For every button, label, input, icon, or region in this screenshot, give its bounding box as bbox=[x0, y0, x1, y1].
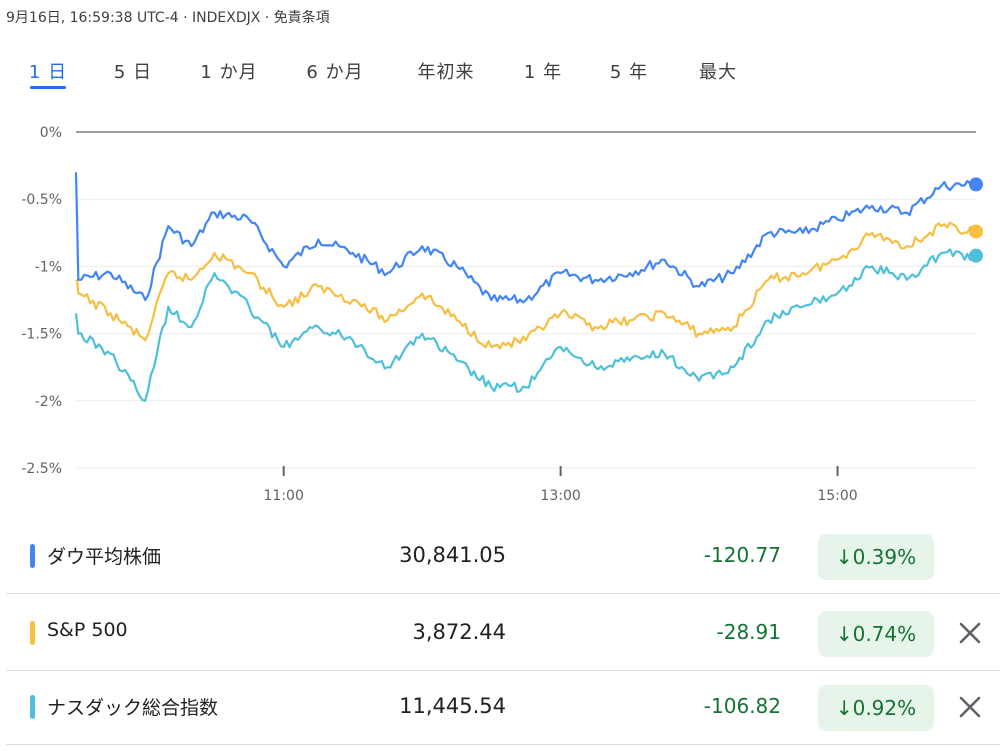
range-tabs: 1 日 5 日 1 か月 6 か月 年初来 1 年 5 年 最大 bbox=[0, 54, 1000, 94]
remove-nasdaq-button[interactable] bbox=[954, 691, 986, 723]
index-name: S&P 500 bbox=[47, 619, 128, 641]
series-swatch bbox=[30, 695, 35, 719]
y-tick-label: -1% bbox=[35, 259, 62, 275]
index-change: -120.77 bbox=[703, 543, 781, 567]
series-line bbox=[74, 172, 977, 304]
index-name: ダウ平均株価 bbox=[47, 546, 162, 568]
index-price: 11,445.54 bbox=[399, 694, 506, 718]
tab-ytd[interactable]: 年初来 bbox=[418, 58, 475, 84]
index-name: ナスダック総合指数 bbox=[47, 697, 219, 719]
x-tick-label: 15:00 bbox=[817, 488, 857, 504]
percent-change-badge: ↓0.74% bbox=[818, 611, 934, 657]
quote-meta: 9月16日, 16:59:38 UTC-4 · INDEXDJX · 免責条項 bbox=[6, 10, 330, 26]
tab-1-month[interactable]: 1 か月 bbox=[200, 58, 257, 84]
tab-6-months[interactable]: 6 か月 bbox=[306, 58, 363, 84]
tab-1-year[interactable]: 1 年 bbox=[524, 58, 562, 84]
index-change: -106.82 bbox=[703, 694, 781, 718]
close-icon bbox=[959, 696, 981, 718]
index-chart[interactable]: 0% -0.5% -1% -1.5% -2% -2.5% 11:00 13:00 15:00 bbox=[0, 110, 1000, 520]
index-change: -28.91 bbox=[716, 620, 781, 644]
tab-1-day[interactable]: 1 日 bbox=[29, 58, 67, 84]
series-line bbox=[74, 248, 977, 402]
y-tick-label: -0.5% bbox=[21, 192, 62, 208]
tab-5-years[interactable]: 5 年 bbox=[610, 58, 648, 84]
tab-max[interactable]: 最大 bbox=[699, 58, 737, 84]
tab-5-days[interactable]: 5 日 bbox=[114, 58, 152, 84]
close-icon bbox=[959, 622, 981, 644]
percent-change-badge: ↓0.92% bbox=[818, 685, 934, 731]
series-end-point bbox=[969, 248, 983, 263]
y-tick-label: -2.5% bbox=[21, 461, 62, 477]
remove-sp500-button[interactable] bbox=[954, 617, 986, 649]
series-swatch bbox=[30, 621, 35, 645]
index-row-sp500[interactable]: S&P 500 3,872.44 -28.91 ↓0.74% bbox=[6, 597, 1000, 671]
series-end-point bbox=[969, 177, 983, 192]
index-row-dow[interactable]: ダウ平均株価 30,841.05 -120.77 ↓0.39% bbox=[6, 520, 1000, 594]
active-tab-indicator bbox=[30, 86, 66, 89]
x-tick-label: 13:00 bbox=[540, 488, 580, 504]
series-end-point bbox=[969, 224, 983, 239]
index-price: 30,841.05 bbox=[399, 543, 506, 567]
series-line bbox=[75, 221, 977, 350]
index-price: 3,872.44 bbox=[412, 620, 506, 644]
y-tick-label: -1.5% bbox=[21, 327, 62, 343]
y-tick-label: 0% bbox=[40, 125, 62, 141]
series-swatch bbox=[30, 544, 35, 568]
x-tick-label: 11:00 bbox=[264, 488, 304, 504]
percent-change-badge: ↓0.39% bbox=[818, 534, 934, 580]
index-row-nasdaq[interactable]: ナスダック総合指数 11,445.54 -106.82 ↓0.92% bbox=[6, 671, 1000, 745]
y-tick-label: -2% bbox=[35, 394, 62, 410]
